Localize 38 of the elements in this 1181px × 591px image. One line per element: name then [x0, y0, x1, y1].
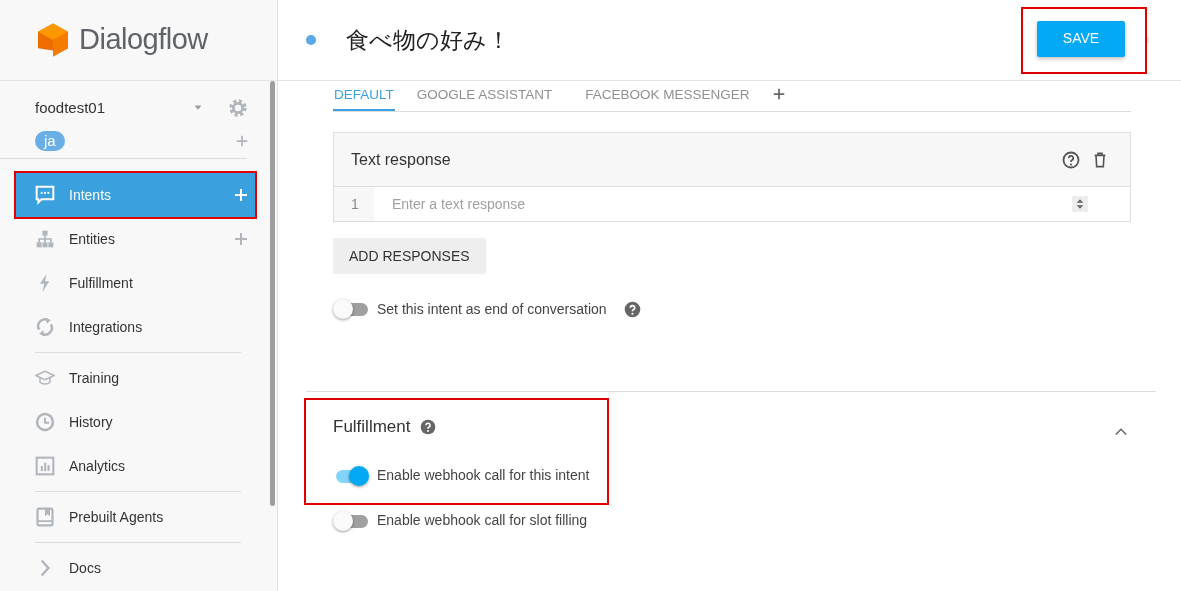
stepper-icon[interactable] — [1072, 195, 1088, 213]
add-responses-button[interactable]: ADD RESPONSES — [333, 238, 486, 274]
sync-icon — [35, 317, 55, 337]
logo-text: Dialogflow — [79, 22, 208, 58]
card-title: Text response — [351, 149, 452, 170]
nav-item[interactable]: Entities — [0, 217, 277, 261]
toggle-switch[interactable] — [333, 299, 368, 319]
nav-item[interactable]: Training — [0, 356, 277, 400]
agent-name: foodtest01 — [35, 97, 107, 118]
status-dot — [306, 35, 316, 45]
nav-item[interactable]: Fulfillment — [0, 261, 277, 305]
nav-item[interactable]: Analytics — [0, 444, 277, 488]
add-tab-icon[interactable] — [771, 87, 786, 101]
chat-icon — [35, 185, 55, 205]
section-title: Fulfillment — [333, 416, 411, 438]
settings-icon[interactable] — [227, 97, 249, 119]
toggle-label: Set this intent as end of conversation — [377, 299, 607, 319]
trash-icon[interactable] — [1092, 150, 1108, 169]
nav-item[interactable]: Integrations — [0, 305, 277, 349]
nav-item[interactable]: Prebuilt Agents — [0, 495, 277, 539]
nav-item[interactable]: Docs — [0, 546, 277, 590]
help-icon[interactable] — [1062, 150, 1080, 169]
bar-chart-icon — [35, 456, 55, 476]
add-icon[interactable] — [233, 231, 249, 247]
help-icon[interactable] — [623, 300, 641, 318]
graduation-cap-icon — [35, 368, 55, 388]
toggle-label: Enable webhook call for this intent — [377, 466, 590, 485]
book-icon — [35, 507, 55, 527]
add-icon[interactable] — [235, 133, 249, 148]
toggle-switch[interactable] — [333, 510, 368, 531]
clock-icon — [35, 412, 55, 432]
nav-item[interactable]: History — [0, 400, 277, 444]
scrollbar[interactable] — [270, 81, 275, 506]
intent-title: 食べ物の好み！ — [346, 25, 511, 55]
toggle-label: Enable webhook call for slot filling — [377, 511, 588, 530]
hierarchy-icon — [35, 229, 55, 249]
help-icon[interactable] — [420, 418, 437, 435]
row-number: 1 — [334, 187, 374, 221]
